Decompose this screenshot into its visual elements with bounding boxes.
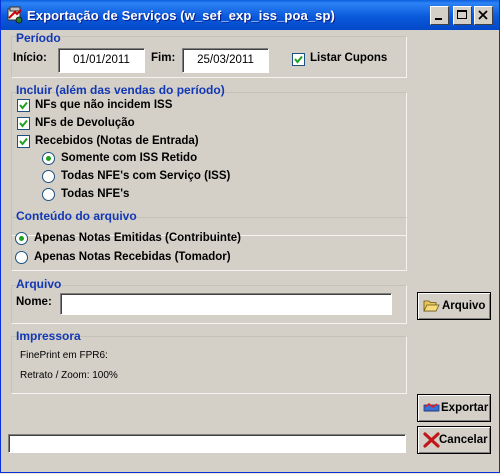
cancelar-button-label: Cancelar bbox=[439, 434, 488, 446]
todas-nfe-radio[interactable] bbox=[42, 188, 55, 201]
recebidos-checkbox[interactable] bbox=[17, 135, 30, 148]
somente-iss-retido-label[interactable]: Somente com ISS Retido bbox=[61, 152, 197, 164]
minimize-button[interactable] bbox=[430, 6, 449, 25]
printer-mode: Retrato / Zoom: 100% bbox=[20, 370, 118, 381]
impressora-group bbox=[11, 336, 407, 394]
notas-recebidas-label[interactable]: Apenas Notas Recebidas (Tomador) bbox=[34, 251, 231, 263]
main-window: Exportação de Serviços (w_sef_exp_iss_po… bbox=[0, 0, 500, 473]
incluir-title: Incluir (além das vendas do período) bbox=[16, 83, 225, 97]
todas-nfe-label[interactable]: Todas NFE's bbox=[61, 188, 129, 200]
checkmark-icon bbox=[19, 101, 28, 110]
listar-cupons-checkbox[interactable] bbox=[292, 53, 305, 66]
impressora-title: Impressora bbox=[16, 329, 81, 343]
arquivo-button[interactable]: Arquivo bbox=[417, 292, 491, 320]
fim-date-input[interactable]: 25/03/2011 bbox=[182, 48, 269, 73]
notas-emitidas-radio[interactable] bbox=[15, 232, 28, 245]
export-icon bbox=[423, 403, 440, 412]
listar-cupons-label[interactable]: Listar Cupons bbox=[310, 52, 387, 64]
nfs-nao-incidem-iss-label[interactable]: NFs que não incidem ISS bbox=[35, 99, 172, 111]
fim-date-value: 25/03/2011 bbox=[197, 54, 254, 66]
status-bar bbox=[8, 434, 406, 453]
close-button[interactable] bbox=[474, 6, 493, 25]
inicio-label: Início: bbox=[13, 52, 47, 64]
inicio-date-input[interactable]: 01/01/2011 bbox=[58, 48, 145, 73]
dialog-body: Período Início: 01/01/2011 Fim: 25/03/20… bbox=[4, 30, 496, 470]
todas-nfe-servico-label[interactable]: Todas NFE's com Serviço (ISS) bbox=[61, 170, 230, 182]
recebidos-label[interactable]: Recebidos (Notas de Entrada) bbox=[35, 135, 199, 147]
exportar-button-label: Exportar bbox=[441, 402, 489, 414]
arquivo-button-label: Arquivo bbox=[442, 300, 486, 312]
conteudo-title: Conteúdo do arquivo bbox=[16, 209, 137, 223]
nfs-devolucao-checkbox[interactable] bbox=[17, 117, 30, 130]
nfs-nao-incidem-iss-checkbox[interactable] bbox=[17, 99, 30, 112]
notas-recebidas-radio[interactable] bbox=[15, 251, 28, 264]
fim-label: Fim: bbox=[151, 52, 176, 64]
maximize-button[interactable] bbox=[453, 6, 472, 25]
printer-name: FinePrint em FPR6: bbox=[20, 350, 108, 361]
close-icon bbox=[478, 10, 488, 20]
checkmark-icon bbox=[294, 55, 303, 64]
title-bar[interactable]: Exportação de Serviços (w_sef_exp_iss_po… bbox=[1, 0, 499, 30]
minimize-icon bbox=[435, 18, 442, 20]
checkmark-icon bbox=[19, 119, 28, 128]
app-icon bbox=[7, 6, 23, 24]
inicio-date-value: 01/01/2011 bbox=[73, 54, 130, 66]
todas-nfe-servico-radio[interactable] bbox=[42, 170, 55, 183]
exportar-button[interactable]: Exportar bbox=[417, 394, 491, 422]
periodo-title: Período bbox=[16, 31, 61, 45]
nfs-devolucao-label[interactable]: NFs de Devolução bbox=[35, 117, 135, 129]
maximize-icon bbox=[457, 10, 467, 19]
nome-arquivo-input[interactable] bbox=[60, 293, 392, 315]
open-folder-icon bbox=[423, 300, 440, 312]
nome-label: Nome: bbox=[16, 296, 52, 308]
somente-iss-retido-radio[interactable] bbox=[42, 152, 55, 165]
cancelar-button[interactable]: Cancelar bbox=[417, 426, 491, 454]
cancel-x-icon bbox=[423, 432, 440, 448]
notas-emitidas-label[interactable]: Apenas Notas Emitidas (Contribuinte) bbox=[34, 232, 241, 244]
arquivo-title: Arquivo bbox=[16, 277, 62, 291]
window-title: Exportação de Serviços (w_sef_exp_iss_po… bbox=[27, 8, 335, 23]
checkmark-icon bbox=[19, 137, 28, 146]
